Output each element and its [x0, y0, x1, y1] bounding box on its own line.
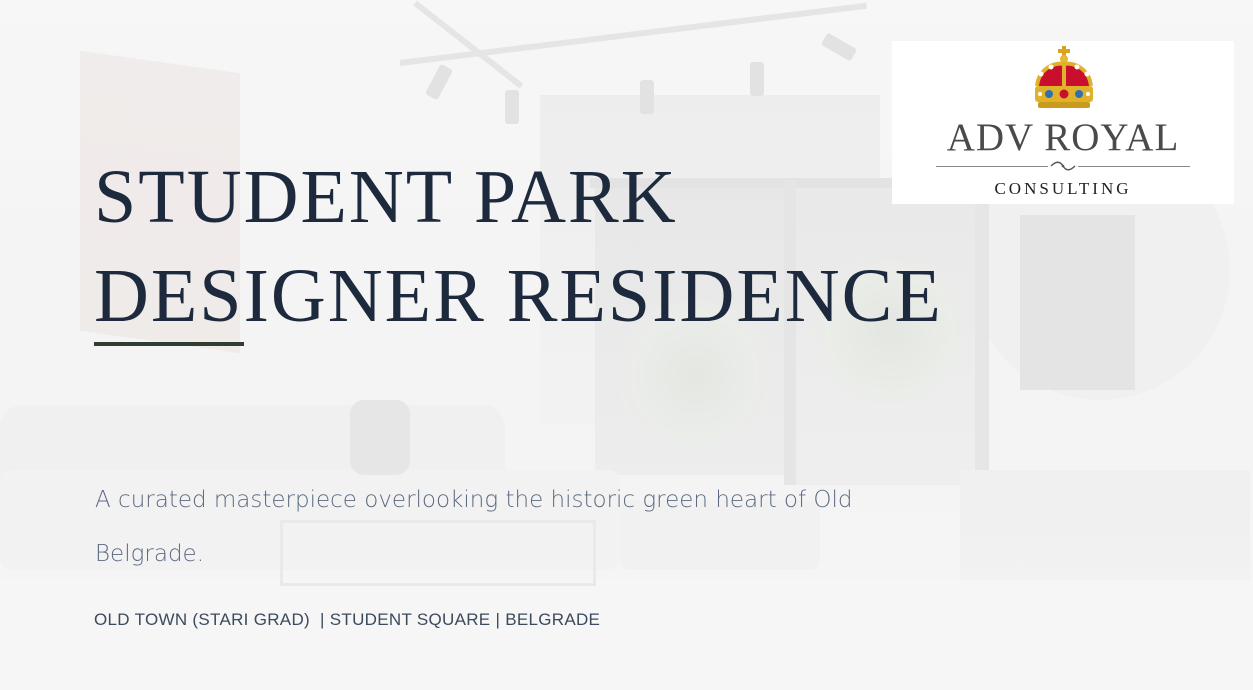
accent-divider [94, 342, 244, 346]
hero-title-line-1: STUDENT PARK [94, 155, 678, 239]
location-line: OLD TOWN (STARI GRAD) | STUDENT SQUARE |… [94, 610, 601, 629]
hero-title-line-2: DESIGNER RESIDENCE [94, 254, 943, 338]
hero-tagline: A curated masterpiece overlooking the hi… [95, 487, 853, 567]
flourish-ornament-icon [1048, 161, 1078, 171]
logo-title: ADV ROYAL [946, 116, 1180, 159]
brand-logo[interactable]: ADV ROYAL CONSULTING [892, 41, 1234, 204]
hero-title: STUDENT PARK DESIGNER RESIDENCE [94, 148, 943, 346]
logo-subtitle: CONSULTING [994, 179, 1132, 198]
crown-icon [1035, 46, 1093, 108]
